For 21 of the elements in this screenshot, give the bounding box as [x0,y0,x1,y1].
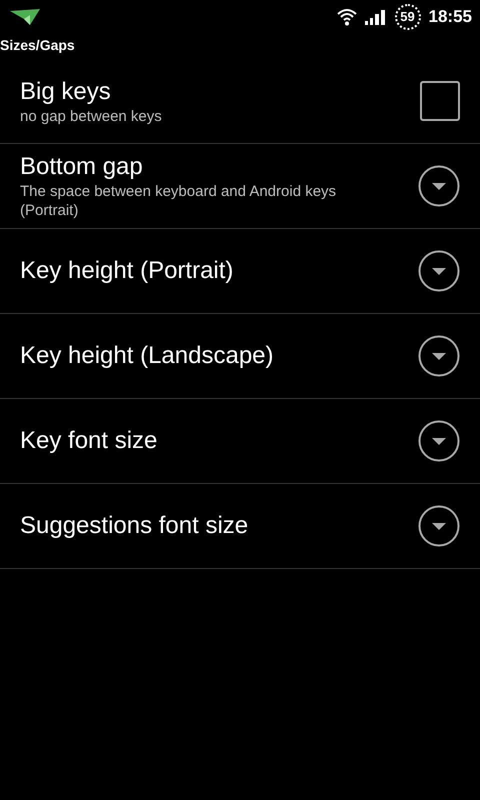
preference-title: Key height (Portrait) [20,256,234,286]
preference-title: Suggestions font size [20,511,248,541]
battery-level: 59 [394,4,421,30]
preference-row[interactable]: Bottom gap The space between keyboard and Android keys (Portrait) [0,144,480,229]
clock: 18:55 [428,6,472,28]
preference-row[interactable]: Key height (Portrait) [0,229,480,314]
signal-icon [364,9,387,25]
preference-summary: The space between keyboard and Android keys (Portrait) [20,182,338,220]
preference-row[interactable]: Key font size [0,399,480,484]
preference-title: Key font size [20,426,158,456]
wifi-icon [336,8,357,26]
preference-row[interactable]: Big keys no gap between keys [0,59,480,144]
preference-row[interactable]: Suggestions font size [0,484,480,569]
preference-title: Bottom gap [20,152,144,182]
preference-row[interactable]: Key height (Landscape) [0,314,480,399]
preference-title: Big keys [20,76,112,106]
checkbox[interactable] [420,81,460,121]
preference-title: Key height (Landscape) [20,341,274,371]
paper-plane-icon [8,7,42,27]
screen-title: Sizes/Gaps [0,36,76,55]
preference-summary: no gap between keys [20,106,162,126]
